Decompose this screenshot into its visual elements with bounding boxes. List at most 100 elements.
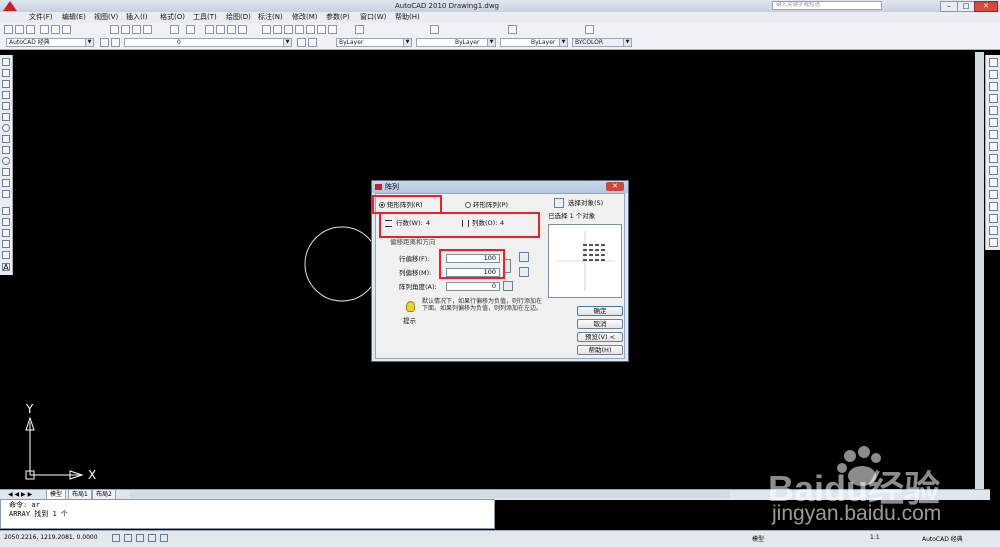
open-icon[interactable] — [15, 25, 24, 34]
select-objects-button[interactable] — [554, 198, 564, 208]
stretch-icon[interactable] — [989, 154, 998, 163]
rectangle-icon[interactable] — [2, 102, 10, 110]
plotstyle-select[interactable]: BYCOLOR ▼ — [572, 38, 632, 47]
menu-file[interactable]: 文件(F) — [29, 13, 53, 22]
spline-icon[interactable] — [2, 146, 10, 154]
vertical-scrollbar[interactable] — [975, 52, 984, 497]
cancel-button[interactable]: 取消 — [577, 319, 623, 329]
match-properties-icon[interactable] — [143, 25, 152, 34]
ellipse-icon[interactable] — [2, 157, 10, 165]
workspace-status[interactable]: AutoCAD 经典 — [922, 534, 963, 543]
rotate-icon[interactable] — [989, 130, 998, 139]
tool-palettes-icon[interactable] — [284, 25, 293, 34]
mirror-icon[interactable] — [989, 82, 998, 91]
construction-line-icon[interactable] — [2, 69, 10, 77]
linetype-select[interactable]: ByLayer ▼ — [416, 38, 496, 47]
menu-parametric[interactable]: 参数(P) — [326, 13, 350, 22]
menu-dimension[interactable]: 标注(N) — [258, 13, 283, 22]
app-logo-icon[interactable] — [3, 1, 17, 11]
fillet-icon[interactable] — [989, 226, 998, 235]
preview-button[interactable]: 预览(V) < — [577, 332, 623, 342]
insert-block-icon[interactable] — [2, 179, 10, 187]
zoom-window-icon[interactable] — [227, 25, 236, 34]
command-window[interactable]: 命令: ar ARRAY 找到 1 个 — [0, 499, 495, 529]
menu-tools[interactable]: 工具(T) — [193, 13, 217, 22]
minimize-button[interactable]: – — [940, 1, 958, 12]
dim-style-icon[interactable] — [430, 25, 439, 34]
menu-format[interactable]: 格式(O) — [160, 13, 185, 22]
make-block-icon[interactable] — [2, 190, 10, 198]
scale-icon[interactable] — [989, 142, 998, 151]
design-center-icon[interactable] — [273, 25, 282, 34]
arc-icon[interactable] — [2, 113, 10, 121]
menu-edit[interactable]: 编辑(E) — [62, 13, 86, 22]
print-icon[interactable] — [40, 25, 49, 34]
table-style-icon[interactable] — [508, 25, 517, 34]
polygon-icon[interactable] — [2, 91, 10, 99]
sheet-set-icon[interactable] — [295, 25, 304, 34]
text-style-icon[interactable] — [355, 25, 364, 34]
pick-col-offset-button[interactable] — [519, 267, 529, 277]
multileader-style-icon[interactable] — [585, 25, 594, 34]
tab-nav-arrows-icon[interactable]: ◀ ◀ ▶ ▶ — [8, 490, 32, 499]
join-icon[interactable] — [989, 202, 998, 211]
layer-manager-icon[interactable] — [100, 38, 109, 47]
array-icon[interactable] — [989, 106, 998, 115]
menu-window[interactable]: 窗口(W) — [360, 13, 386, 22]
revcloud-icon[interactable] — [2, 135, 10, 143]
make-current-icon[interactable] — [297, 38, 306, 47]
menu-view[interactable]: 视图(V) — [94, 13, 118, 22]
extend-icon[interactable] — [989, 178, 998, 187]
paste-icon[interactable] — [132, 25, 141, 34]
dialog-close-button[interactable]: ✕ — [606, 182, 624, 191]
quickcalc-icon[interactable] — [317, 25, 326, 34]
redo-icon[interactable] — [186, 25, 195, 34]
lineweight-select[interactable]: ByLayer ▼ — [500, 38, 568, 47]
horizontal-scrollbar[interactable] — [130, 491, 730, 498]
angle-input[interactable]: 0 — [446, 282, 500, 291]
close-button[interactable]: ✕ — [974, 1, 998, 12]
snap-icon[interactable] — [112, 534, 120, 542]
menu-modify[interactable]: 修改(M) — [292, 13, 318, 22]
properties-icon[interactable] — [262, 25, 271, 34]
drawn-circle[interactable] — [300, 220, 380, 310]
workspace-select[interactable]: AutoCAD 经典 ▼ — [6, 38, 94, 47]
gradient-icon[interactable] — [2, 229, 10, 237]
zoom-realtime-icon[interactable] — [216, 25, 225, 34]
grid-icon[interactable] — [124, 534, 132, 542]
help-button[interactable]: 帮助(H) — [577, 345, 623, 355]
menu-insert[interactable]: 插入(I) — [126, 13, 148, 22]
osnap-icon[interactable] — [160, 534, 168, 542]
offset-icon[interactable] — [989, 94, 998, 103]
ellipse-arc-icon[interactable] — [2, 168, 10, 176]
break-icon[interactable] — [989, 190, 998, 199]
ortho-icon[interactable] — [136, 534, 144, 542]
trim-icon[interactable] — [989, 166, 998, 175]
model-status[interactable]: 模型 — [752, 534, 764, 543]
markup-icon[interactable] — [306, 25, 315, 34]
chamfer-icon[interactable] — [989, 214, 998, 223]
polar-array-radio[interactable] — [465, 202, 471, 208]
menu-help[interactable]: 帮助(H) — [395, 13, 420, 22]
menu-draw[interactable]: 绘图(D) — [226, 13, 251, 22]
hatch-icon[interactable] — [2, 218, 10, 226]
coordinates-readout[interactable]: 2050.2216, 1219.2081, 0.0000 — [4, 534, 98, 541]
copy-object-icon[interactable] — [989, 70, 998, 79]
polar-array-label[interactable]: 环形阵列(P) — [473, 201, 508, 209]
mtext-icon[interactable]: A — [2, 263, 10, 272]
table-icon[interactable] — [2, 251, 10, 259]
explode-icon[interactable] — [989, 238, 998, 247]
publish-icon[interactable] — [62, 25, 71, 34]
circle-icon[interactable] — [2, 124, 10, 132]
erase-icon[interactable] — [989, 58, 998, 67]
polyline-icon[interactable] — [2, 80, 10, 88]
layer-previous-icon[interactable] — [308, 38, 317, 47]
pick-row-offset-button[interactable] — [519, 252, 529, 262]
layer-select[interactable]: 0 ▼ — [124, 38, 292, 47]
layer-state-icon[interactable] — [111, 38, 120, 47]
cut-icon[interactable] — [110, 25, 119, 34]
search-input[interactable]: 键入关键字或短语 — [772, 1, 882, 10]
color-select[interactable]: ByLayer ▼ — [336, 38, 412, 47]
maximize-button[interactable]: □ — [957, 1, 975, 12]
move-icon[interactable] — [989, 118, 998, 127]
